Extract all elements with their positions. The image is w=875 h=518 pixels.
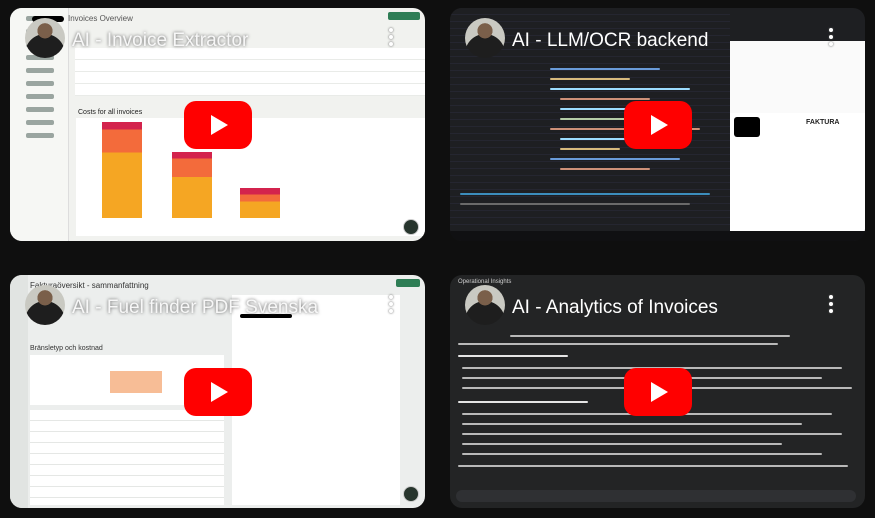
chart-heading: Costs for all invoices — [78, 109, 143, 116]
channel-avatar[interactable] — [465, 285, 505, 325]
video-title[interactable]: AI - Invoice Extractor — [72, 30, 248, 52]
channel-avatar[interactable] — [25, 285, 65, 325]
taskbar — [450, 231, 865, 241]
invoice-doc-title: FAKTURA — [806, 119, 840, 126]
play-button-icon[interactable] — [623, 367, 692, 416]
more-options-icon[interactable] — [829, 28, 833, 46]
message-input — [456, 490, 856, 502]
play-button-icon[interactable] — [183, 100, 252, 149]
upload-button — [388, 12, 420, 20]
invoice-pdf-preview: FAKTURA — [730, 113, 865, 231]
invoice-table — [75, 48, 425, 96]
invoice-pdf-preview — [730, 41, 865, 113]
play-button-icon[interactable] — [623, 100, 692, 149]
video-title[interactable]: AI - Analytics of Invoices — [512, 297, 718, 319]
channel-avatar[interactable] — [25, 18, 65, 58]
app-heading: Invoices Overview — [68, 14, 133, 23]
video-thumbnail-invoice-extractor[interactable]: Invoices Overview Costs for all invoices… — [10, 8, 425, 241]
chart-heading: Bränsletyp och kostnad — [30, 345, 103, 352]
chat-icon — [403, 219, 419, 235]
more-options-icon[interactable] — [389, 295, 393, 313]
play-button-icon[interactable] — [183, 367, 252, 416]
more-options-icon[interactable] — [389, 28, 393, 46]
action-button — [396, 279, 420, 287]
channel-avatar[interactable] — [465, 18, 505, 58]
video-thumbnail-analytics[interactable]: Operational Insights AI - Analytics of I… — [450, 275, 865, 508]
video-thumbnail-fuel-finder[interactable]: Fakturaöversikt - sammanfattning Bränsle… — [10, 275, 425, 508]
invoice-pdf-preview — [232, 295, 400, 505]
video-thumbnail-llm-ocr-backend[interactable]: FAKTURA AI - LLM/OCR backend — [450, 8, 865, 241]
more-options-icon[interactable] — [829, 295, 833, 313]
video-title[interactable]: AI - Fuel finder PDF Svenska — [72, 297, 318, 319]
chat-icon — [403, 486, 419, 502]
video-title[interactable]: AI - LLM/OCR backend — [512, 30, 708, 52]
summary-list — [30, 410, 224, 505]
